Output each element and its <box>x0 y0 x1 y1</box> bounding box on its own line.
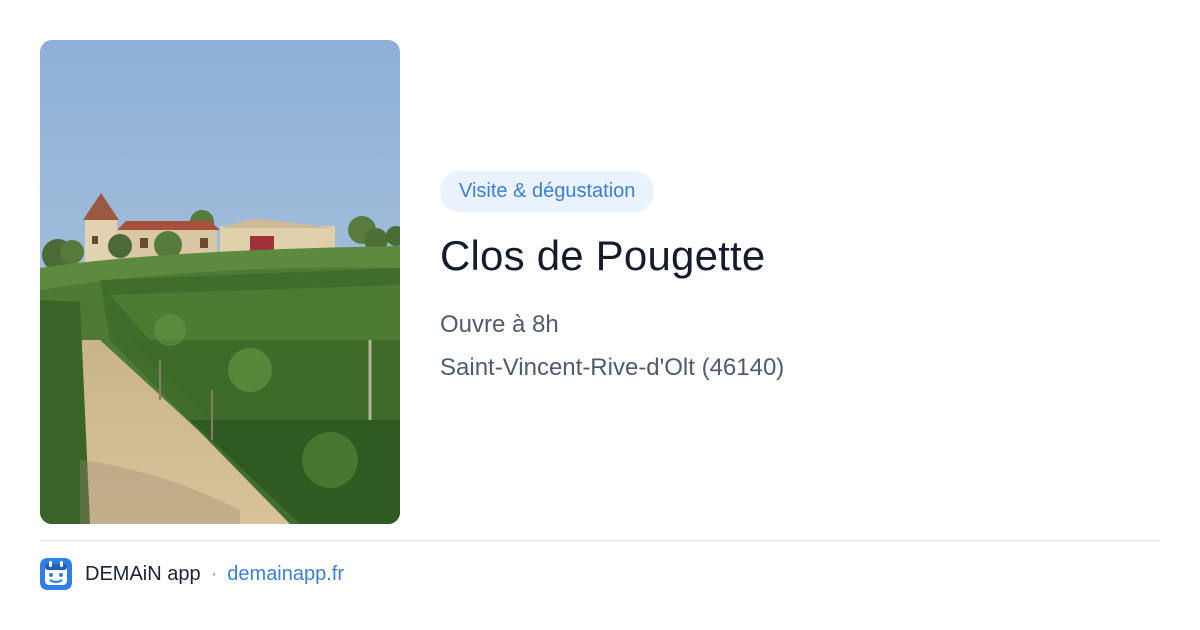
location: Saint-Vincent-Rive-d'Olt (46140) <box>440 354 785 381</box>
site-link[interactable]: demainapp.fr <box>227 563 344 586</box>
footer: DEMAiN app · demainapp.fr <box>40 558 344 590</box>
app-name: DEMAiN app <box>85 562 201 585</box>
category-badge: Visite & dégustation <box>440 171 655 212</box>
opening-hours: Ouvre à 8h <box>440 311 559 338</box>
demain-app-icon <box>40 558 72 590</box>
listing-title: Clos de Pougette <box>440 232 766 279</box>
footer-divider <box>40 540 1160 541</box>
listing-info: Visite & dégustation Clos de Pougette Ou… <box>440 171 1160 383</box>
vineyard-photo <box>40 40 400 524</box>
footer-separator: · <box>210 562 218 585</box>
